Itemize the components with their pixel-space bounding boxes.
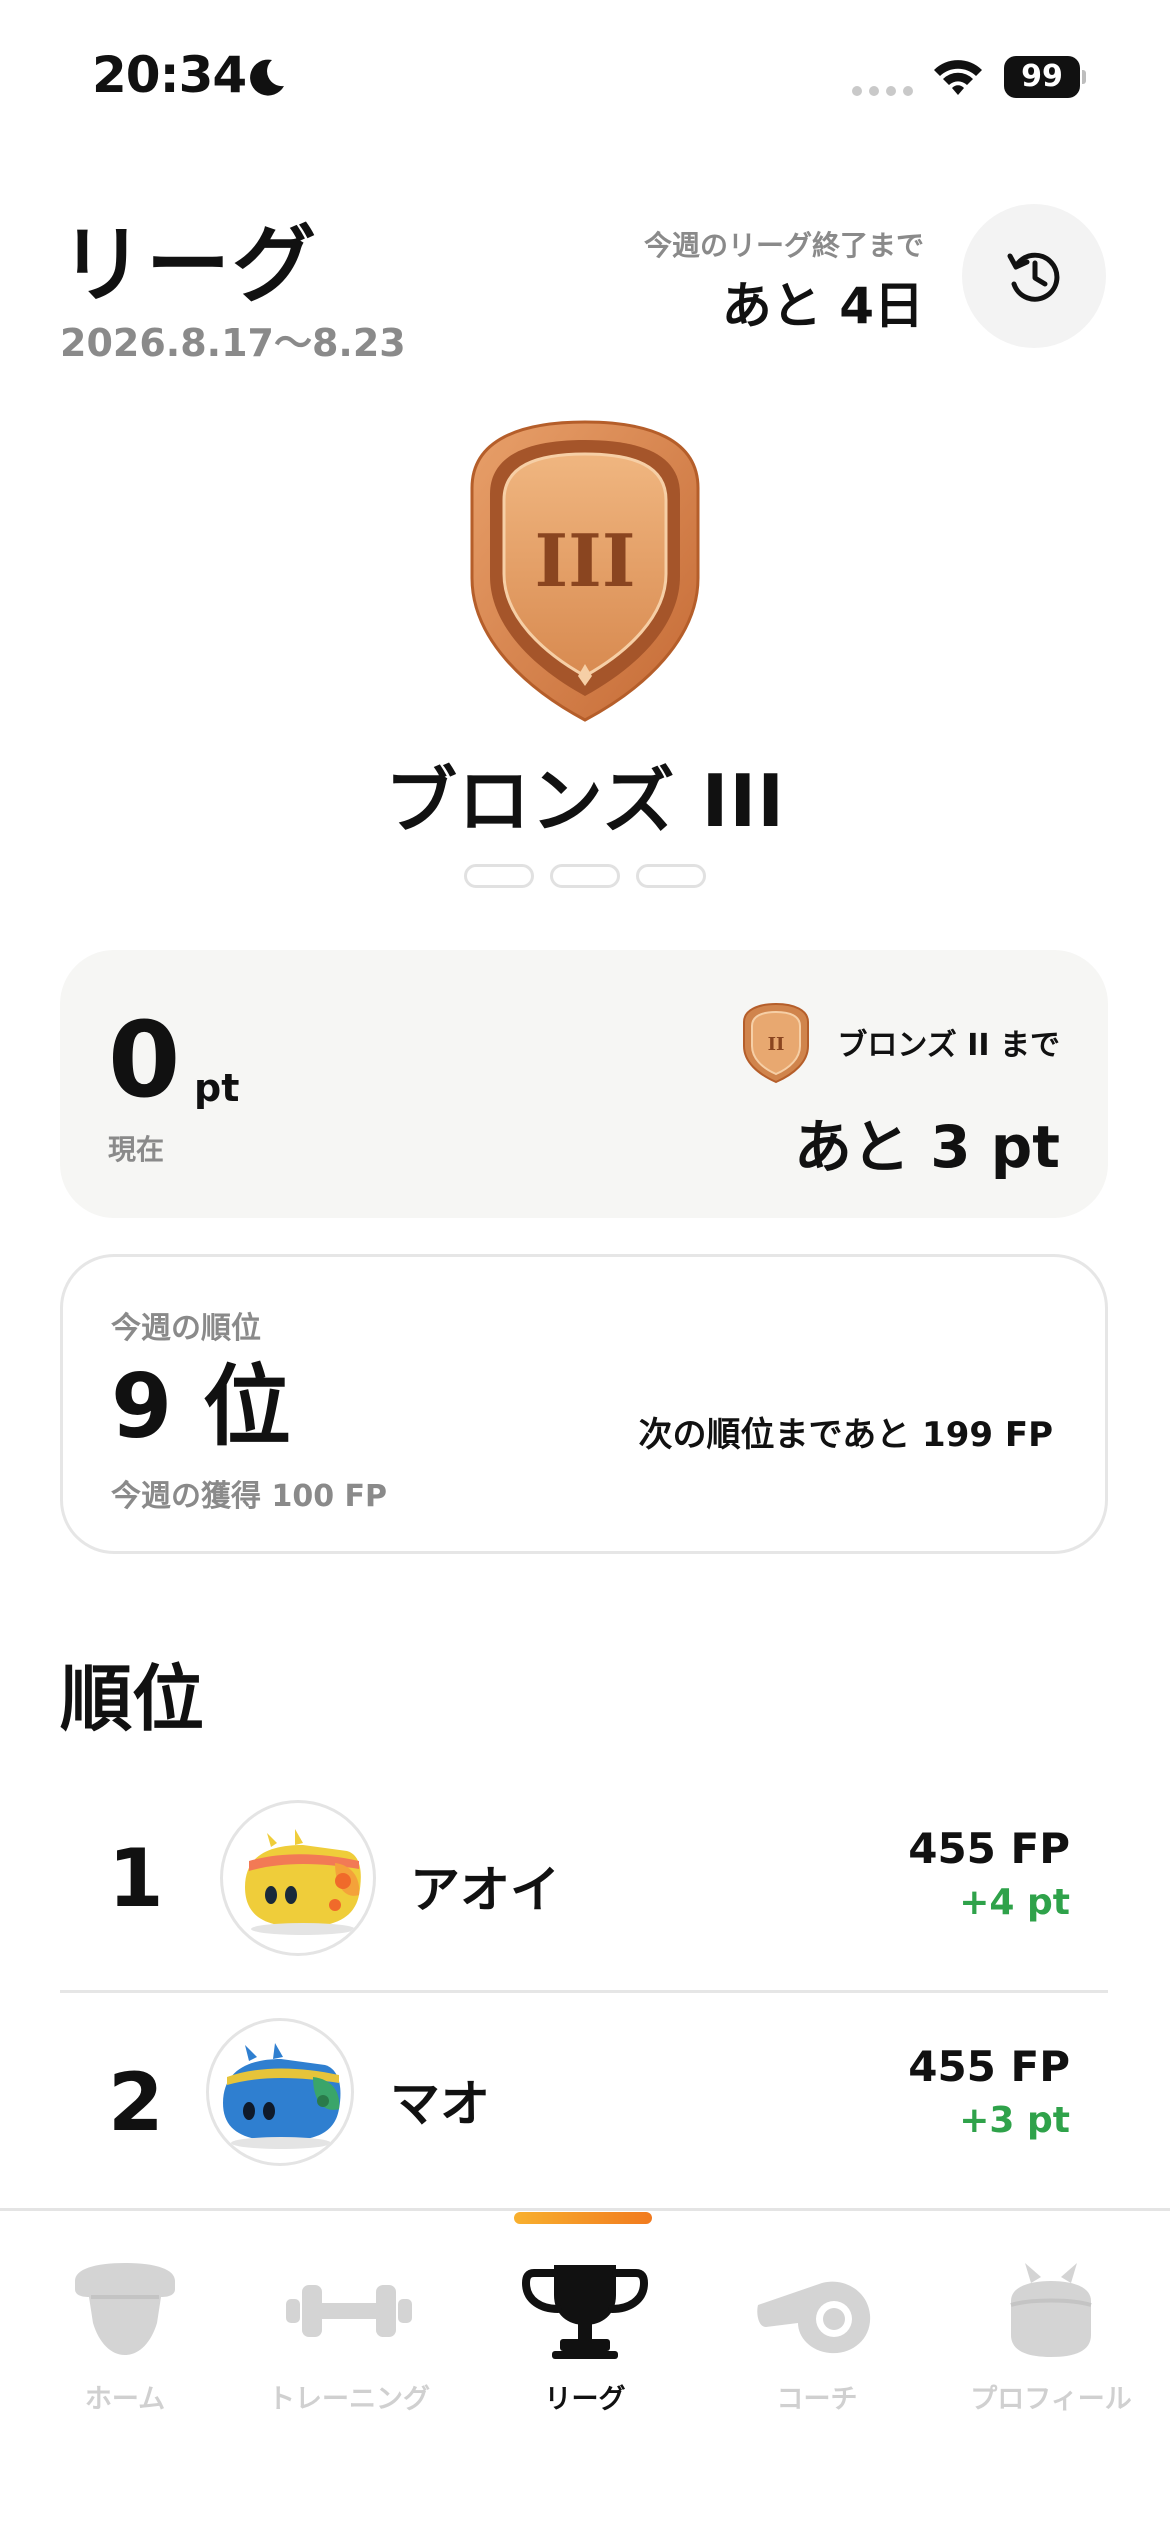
cellular-signal-icon [852,86,913,96]
ranking-fp: 455 FP [908,2042,1070,2091]
next-rank-remaining: 次の順位まであと 199 FP [638,1415,1053,1455]
status-time: 20:34 [92,46,247,104]
tab-label: プロフィール [970,2384,1132,2415]
home-icon [75,2263,175,2355]
league-end-label: 今週のリーグ終了まで [643,229,924,262]
yellow-creature-avatar-icon [245,1829,361,1935]
ranking-row[interactable]: 1 アオイ 455 FP +4 pt [60,1770,1108,1990]
ranking-name: マオ [390,2075,490,2133]
ranking-fp: 455 FP [908,1824,1070,1873]
battery-icon: 99 [1004,56,1086,98]
ranking-title: 順位 [60,1657,205,1741]
weekly-rank-card: 今週の順位 9 位 今週の獲得 100 FP 次の順位まであと 199 FP [60,1254,1108,1554]
trophy-icon [521,2265,649,2359]
moon-icon [250,59,284,96]
tab-label: コーチ [776,2384,858,2415]
status-bar: 20:34 99 [0,0,1170,150]
bronze-league-badge-icon: III [470,420,700,722]
avatar [220,1800,376,1956]
next-league-remaining: あと 3 pt [794,1113,1060,1181]
date-range: 2026.8.17〜8.23 [60,321,406,365]
weekly-rank-value: 9 位 [111,1355,291,1458]
history-clock-icon [1007,252,1060,302]
ranking-row[interactable]: 2 マオ 455 FP +3 pt [60,1994,1108,2214]
tab-profile[interactable]: プロフィール [934,2261,1168,2431]
pager-dot[interactable] [464,864,534,888]
history-button[interactable] [962,204,1106,348]
tab-league[interactable]: リーグ [468,2261,702,2431]
tab-label: トレーニング [268,2384,430,2415]
active-tab-indicator [514,2212,652,2224]
pager-dot[interactable] [550,864,620,888]
points-unit: pt [194,1066,240,1110]
ranking-points-gain: +4 pt [959,1882,1070,1923]
ranking-position: 1 [108,1832,164,1925]
svg-text:II: II [768,1034,785,1055]
ranking-position: 2 [108,2056,164,2149]
tab-bar: ホーム トレーニング リーグ コーチ プロフィール [0,2208,1170,2532]
tab-home[interactable]: ホーム [8,2261,242,2431]
points-caption: 現在 [108,1133,165,1166]
blue-creature-avatar-icon [223,2043,341,2149]
wifi-icon [934,60,982,95]
whistle-icon [757,2281,871,2354]
svg-text:III: III [534,518,635,603]
avatar [206,2018,354,2166]
weekly-gained-fp: 今週の獲得 100 FP [111,1479,387,1514]
points-card: 0 pt 現在 II ブロンズ II まで あと 3 pt [60,950,1108,1218]
page-title: リーグ [60,216,319,314]
dumbbell-icon [286,2285,412,2337]
tab-coach[interactable]: コーチ [700,2261,934,2431]
league-end-countdown: あと 4日 [721,277,924,335]
ranking-points-gain: +3 pt [959,2100,1070,2141]
league-name: ブロンズ III [385,759,785,843]
profile-icon [1010,2263,1092,2357]
battery-level: 99 [1004,56,1080,98]
league-pager[interactable] [0,864,1170,888]
weekly-rank-label: 今週の順位 [111,1311,261,1346]
points-value: 0 [108,999,181,1121]
pager-dot[interactable] [636,864,706,888]
tab-label: リーグ [544,2384,626,2415]
divider [60,1990,1108,1993]
bronze-ii-badge-icon: II [743,1002,809,1084]
ranking-name: アオイ [410,1861,560,1919]
tab-training[interactable]: トレーニング [232,2261,466,2431]
tab-label: ホーム [84,2384,166,2415]
next-league-label: ブロンズ II まで [837,1028,1060,1063]
